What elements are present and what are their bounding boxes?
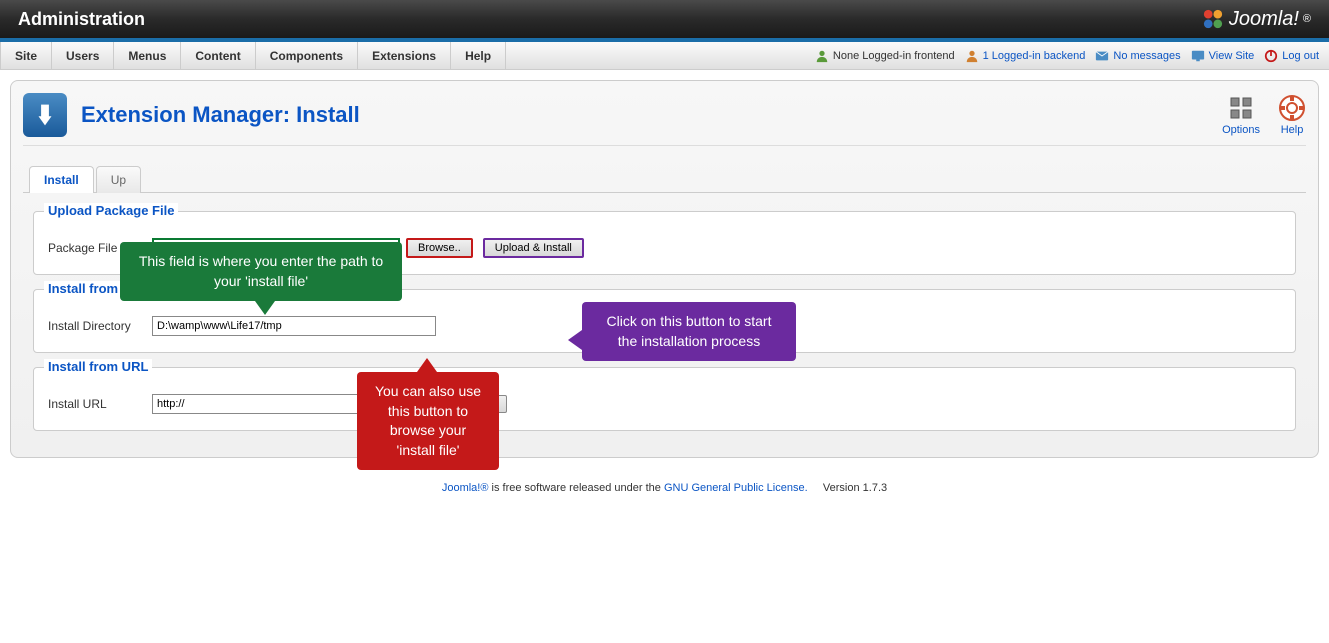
fieldset-url: Install from URL Install URL Install	[33, 367, 1296, 431]
status-viewsite[interactable]: View Site	[1191, 49, 1255, 63]
footer-version: Version 1.7.3	[823, 482, 887, 494]
monitor-icon	[1191, 49, 1205, 63]
legend-upload: Upload Package File	[44, 203, 178, 218]
annotation-purple: Click on this button to start the instal…	[582, 302, 796, 361]
arrow-down-icon	[255, 301, 275, 315]
status-logout[interactable]: Log out	[1264, 49, 1319, 63]
page-header-right: Options Help	[1222, 94, 1306, 136]
page-title: Extension Manager: Install	[81, 102, 360, 128]
user-green-icon	[815, 49, 829, 63]
footer-joomla-link[interactable]: Joomla!®	[442, 482, 489, 494]
footer-license-link[interactable]: GNU General Public License.	[664, 482, 808, 494]
browse-button[interactable]: Browse..	[406, 238, 473, 258]
tabs: Install Up	[29, 166, 1306, 193]
menu-site[interactable]: Site	[0, 42, 52, 69]
upload-install-button[interactable]: Upload & Install	[483, 238, 584, 258]
admin-title: Administration	[18, 9, 145, 30]
help-lifebuoy-icon	[1278, 94, 1306, 122]
options-icon	[1227, 94, 1255, 122]
extension-install-icon	[23, 93, 67, 137]
content-wrap: This field is where you enter the path t…	[0, 70, 1329, 468]
envelope-icon	[1095, 49, 1109, 63]
tab-update[interactable]: Up	[96, 166, 141, 193]
footer: Joomla!® is free software released under…	[0, 468, 1329, 508]
label-install-directory: Install Directory	[48, 319, 152, 333]
page-header: Extension Manager: Install Options Help	[23, 93, 1306, 146]
menu-right: None Logged-in frontend 1 Logged-in back…	[815, 42, 1329, 69]
page-header-left: Extension Manager: Install	[23, 93, 360, 137]
menu-extensions[interactable]: Extensions	[358, 42, 451, 69]
status-backend[interactable]: 1 Logged-in backend	[965, 49, 1086, 63]
status-frontend: None Logged-in frontend	[815, 49, 955, 63]
menu-menus[interactable]: Menus	[114, 42, 181, 69]
options-button[interactable]: Options	[1222, 94, 1260, 136]
menu-content[interactable]: Content	[181, 42, 255, 69]
joomla-logo-text: Joomla!	[1229, 8, 1299, 31]
menu-users[interactable]: Users	[52, 42, 114, 69]
arrow-up-icon	[417, 358, 437, 372]
menu-components[interactable]: Components	[256, 42, 358, 69]
label-install-url: Install URL	[48, 397, 152, 411]
menu-help[interactable]: Help	[451, 42, 506, 69]
install-directory-input[interactable]	[152, 316, 436, 336]
status-messages[interactable]: No messages	[1095, 49, 1180, 63]
menu-left: Site Users Menus Content Components Exte…	[0, 42, 506, 69]
logout-icon	[1264, 49, 1278, 63]
annotation-green: This field is where you enter the path t…	[120, 242, 402, 301]
help-button[interactable]: Help	[1278, 94, 1306, 136]
tab-install[interactable]: Install	[29, 166, 94, 193]
joomla-logo[interactable]: Joomla! ®	[1201, 7, 1311, 31]
menubar: Site Users Menus Content Components Exte…	[0, 42, 1329, 70]
admin-header: Administration Joomla! ®	[0, 0, 1329, 42]
legend-url: Install from URL	[44, 359, 152, 374]
row-install-url: Install URL Install	[48, 394, 1281, 414]
joomla-logo-icon	[1201, 7, 1225, 31]
annotation-red: You can also use this button to browse y…	[357, 372, 499, 470]
arrow-left-icon	[568, 330, 582, 350]
user-orange-icon	[965, 49, 979, 63]
